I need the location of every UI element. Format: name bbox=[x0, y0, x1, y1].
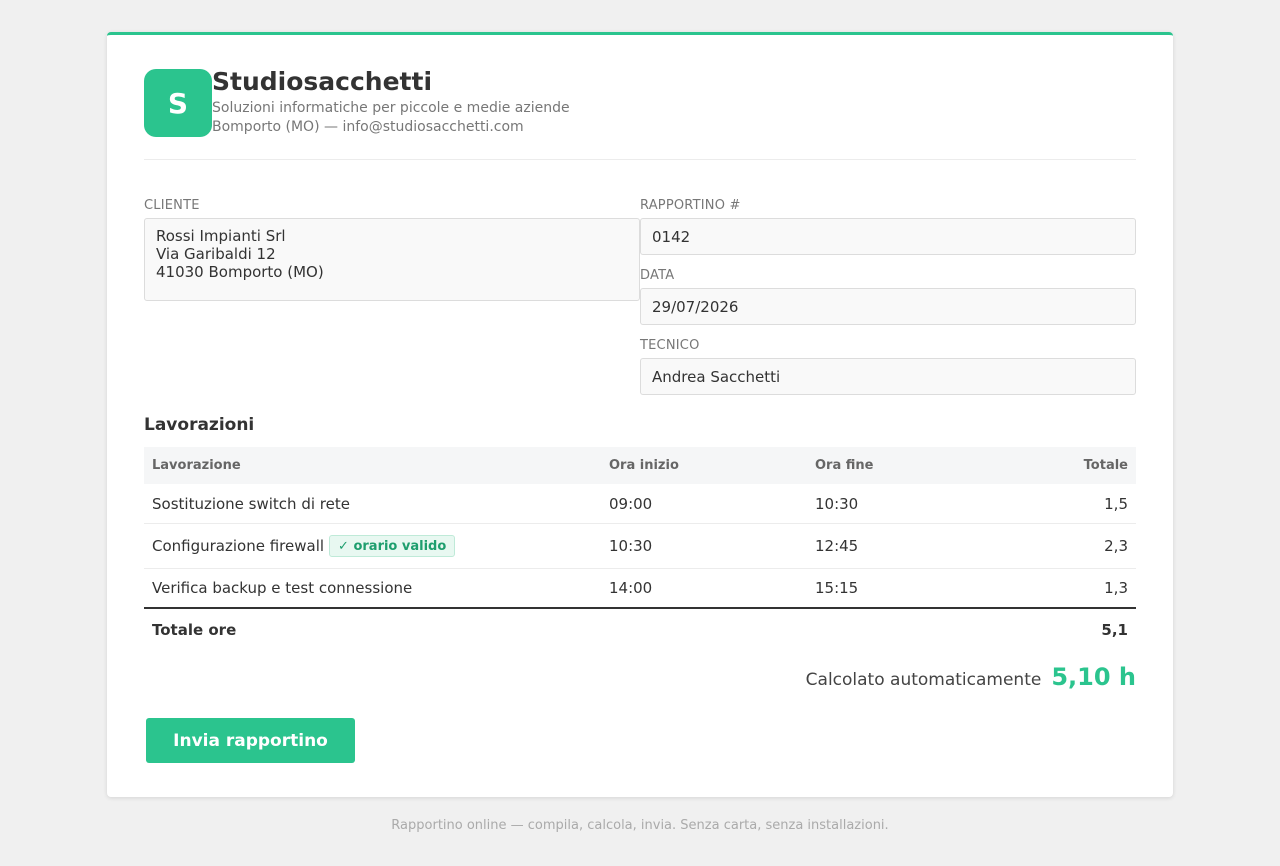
tecnico-value: Andrea Sacchetti bbox=[652, 367, 781, 386]
header-divider bbox=[144, 159, 1136, 160]
table-header: Lavorazione Ora inizio Ora fine Totale bbox=[144, 447, 1136, 484]
row-totale: 2,3 bbox=[1104, 537, 1128, 555]
header-ora-fine: Ora fine bbox=[815, 458, 874, 473]
row-ora-fine[interactable]: 12:45 bbox=[815, 524, 858, 568]
logo-letter: S bbox=[167, 86, 189, 120]
header-lavorazione: Lavorazione bbox=[152, 458, 241, 473]
report-card: S Studiosacchetti Soluzioni informatiche… bbox=[107, 32, 1173, 797]
row-ora-inizio[interactable]: 09:00 bbox=[609, 484, 652, 523]
row-lavorazione: Configurazione firewall bbox=[152, 537, 325, 555]
row-ora-fine[interactable]: 15:15 bbox=[815, 569, 858, 607]
header-totale: Totale bbox=[1083, 458, 1128, 473]
lavorazioni-title: Lavorazioni bbox=[144, 415, 255, 435]
table-row: Verifica backup e test connessione 14:00… bbox=[144, 569, 1136, 609]
total-label: Totale ore bbox=[152, 621, 237, 639]
rapportino-number-field[interactable]: 0142 bbox=[640, 218, 1136, 255]
rapportino-label: RAPPORTINO # bbox=[640, 198, 741, 213]
row-lavorazione: Verifica backup e test connessione bbox=[152, 579, 413, 597]
row-ora-inizio[interactable]: 14:00 bbox=[609, 569, 652, 607]
tecnico-label: TECNICO bbox=[640, 338, 700, 353]
total-value: 5,1 bbox=[1101, 621, 1128, 639]
calc-value: 5,10 h bbox=[1051, 663, 1136, 691]
submit-report-button[interactable]: Invia rapportino bbox=[146, 718, 355, 763]
row-totale: 1,5 bbox=[1104, 494, 1128, 513]
row-lavorazione: Sostituzione switch di rete bbox=[152, 494, 350, 513]
row-ora-inizio[interactable]: 10:30 bbox=[609, 524, 652, 568]
date-value: 29/07/2026 bbox=[652, 297, 739, 316]
footer-text: Rapportino online — compila, calcola, in… bbox=[391, 818, 889, 833]
cliente-line-2: Via Garibaldi 12 bbox=[156, 245, 276, 263]
brand-logo: S bbox=[144, 69, 212, 137]
rapportino-value: 0142 bbox=[652, 227, 691, 246]
brand-tagline: Soluzioni informatiche per piccole e med… bbox=[212, 100, 570, 116]
cliente-label: CLIENTE bbox=[144, 198, 200, 213]
brand-name: Studiosacchetti bbox=[212, 67, 433, 96]
cliente-line-3: 41030 Bomporto (MO) bbox=[156, 263, 324, 281]
valid-time-badge: ✓ orario valido bbox=[329, 535, 456, 557]
brand-contact: Bomporto (MO) — info@studiosacchetti.com bbox=[212, 119, 524, 135]
tecnico-field[interactable]: Andrea Sacchetti bbox=[640, 358, 1136, 395]
table-row: Configurazione firewall ✓ orario valido … bbox=[144, 524, 1136, 569]
calc-label: Calcolato automaticamente bbox=[805, 670, 1042, 690]
row-lavorazione-cell: Configurazione firewall ✓ orario valido bbox=[152, 524, 456, 568]
row-totale: 1,3 bbox=[1104, 579, 1128, 597]
table-row: Sostituzione switch di rete 09:00 10:30 … bbox=[144, 484, 1136, 524]
row-ora-fine[interactable]: 10:30 bbox=[815, 484, 858, 523]
date-field[interactable]: 29/07/2026 bbox=[640, 288, 1136, 325]
header-ora-inizio: Ora inizio bbox=[609, 458, 679, 473]
total-row: Totale ore 5,1 bbox=[144, 611, 1136, 649]
data-label: DATA bbox=[640, 268, 675, 283]
cliente-field[interactable]: Rossi Impianti Srl Via Garibaldi 12 4103… bbox=[144, 218, 640, 301]
auto-calculated-total: Calcolato automaticamente 5,10 h bbox=[806, 663, 1136, 691]
cliente-line-1: Rossi Impianti Srl bbox=[156, 227, 286, 245]
